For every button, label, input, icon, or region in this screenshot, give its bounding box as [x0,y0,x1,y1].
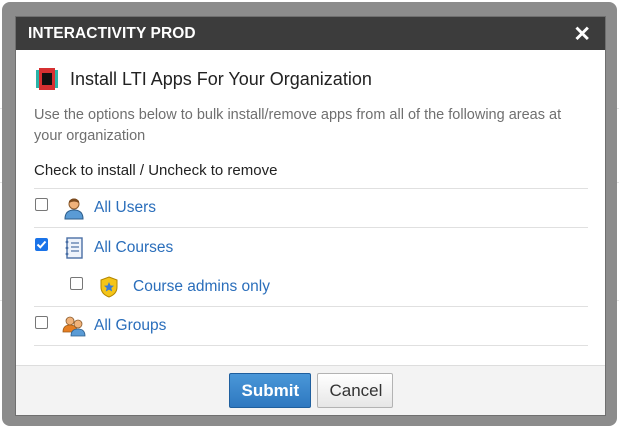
all-groups-label[interactable]: All Groups [94,317,166,335]
lti-app-icon [36,68,58,90]
options-list: All Users All Courses Course admins only… [34,188,588,346]
option-all-courses[interactable]: All Courses [34,228,588,267]
dialog-heading: Install LTI Apps For Your Organization [34,50,587,108]
course-admins-label[interactable]: Course admins only [133,278,270,296]
install-lti-dialog: INTERACTIVITY PROD ✕ Install LTI Apps Fo… [15,16,606,416]
courses-group: All Courses Course admins only [34,228,588,307]
option-course-admins-only[interactable]: Course admins only [34,267,588,306]
all-users-label[interactable]: All Users [94,199,156,217]
all-groups-checkbox[interactable] [35,316,48,329]
heading-text: Install LTI Apps For Your Organization [70,68,372,89]
course-admins-checkbox[interactable] [70,276,83,290]
dialog-title: INTERACTIVITY PROD [28,24,196,42]
instruction-text: Check to install / Uncheck to remove [34,162,278,179]
close-icon[interactable]: ✕ [573,24,591,45]
checkmark-icon [36,240,47,249]
admin-shield-icon [100,275,118,298]
option-all-groups[interactable]: All Groups [34,307,588,346]
group-icon [62,316,86,337]
cancel-button[interactable]: Cancel [316,373,393,408]
dialog-content: Install LTI Apps For Your Organization U… [34,50,588,346]
all-users-checkbox[interactable] [35,198,48,211]
option-all-users[interactable]: All Users [34,189,588,228]
all-courses-label[interactable]: All Courses [94,239,173,257]
user-icon [64,198,84,220]
notebook-icon [65,236,83,259]
description-text: Use the options below to bulk install/re… [34,107,562,144]
submit-button[interactable]: Submit [228,373,311,408]
dialog-titlebar: INTERACTIVITY PROD ✕ [16,17,605,50]
dialog-footer: Submit Cancel [16,365,605,415]
all-courses-checkbox[interactable] [35,237,48,251]
